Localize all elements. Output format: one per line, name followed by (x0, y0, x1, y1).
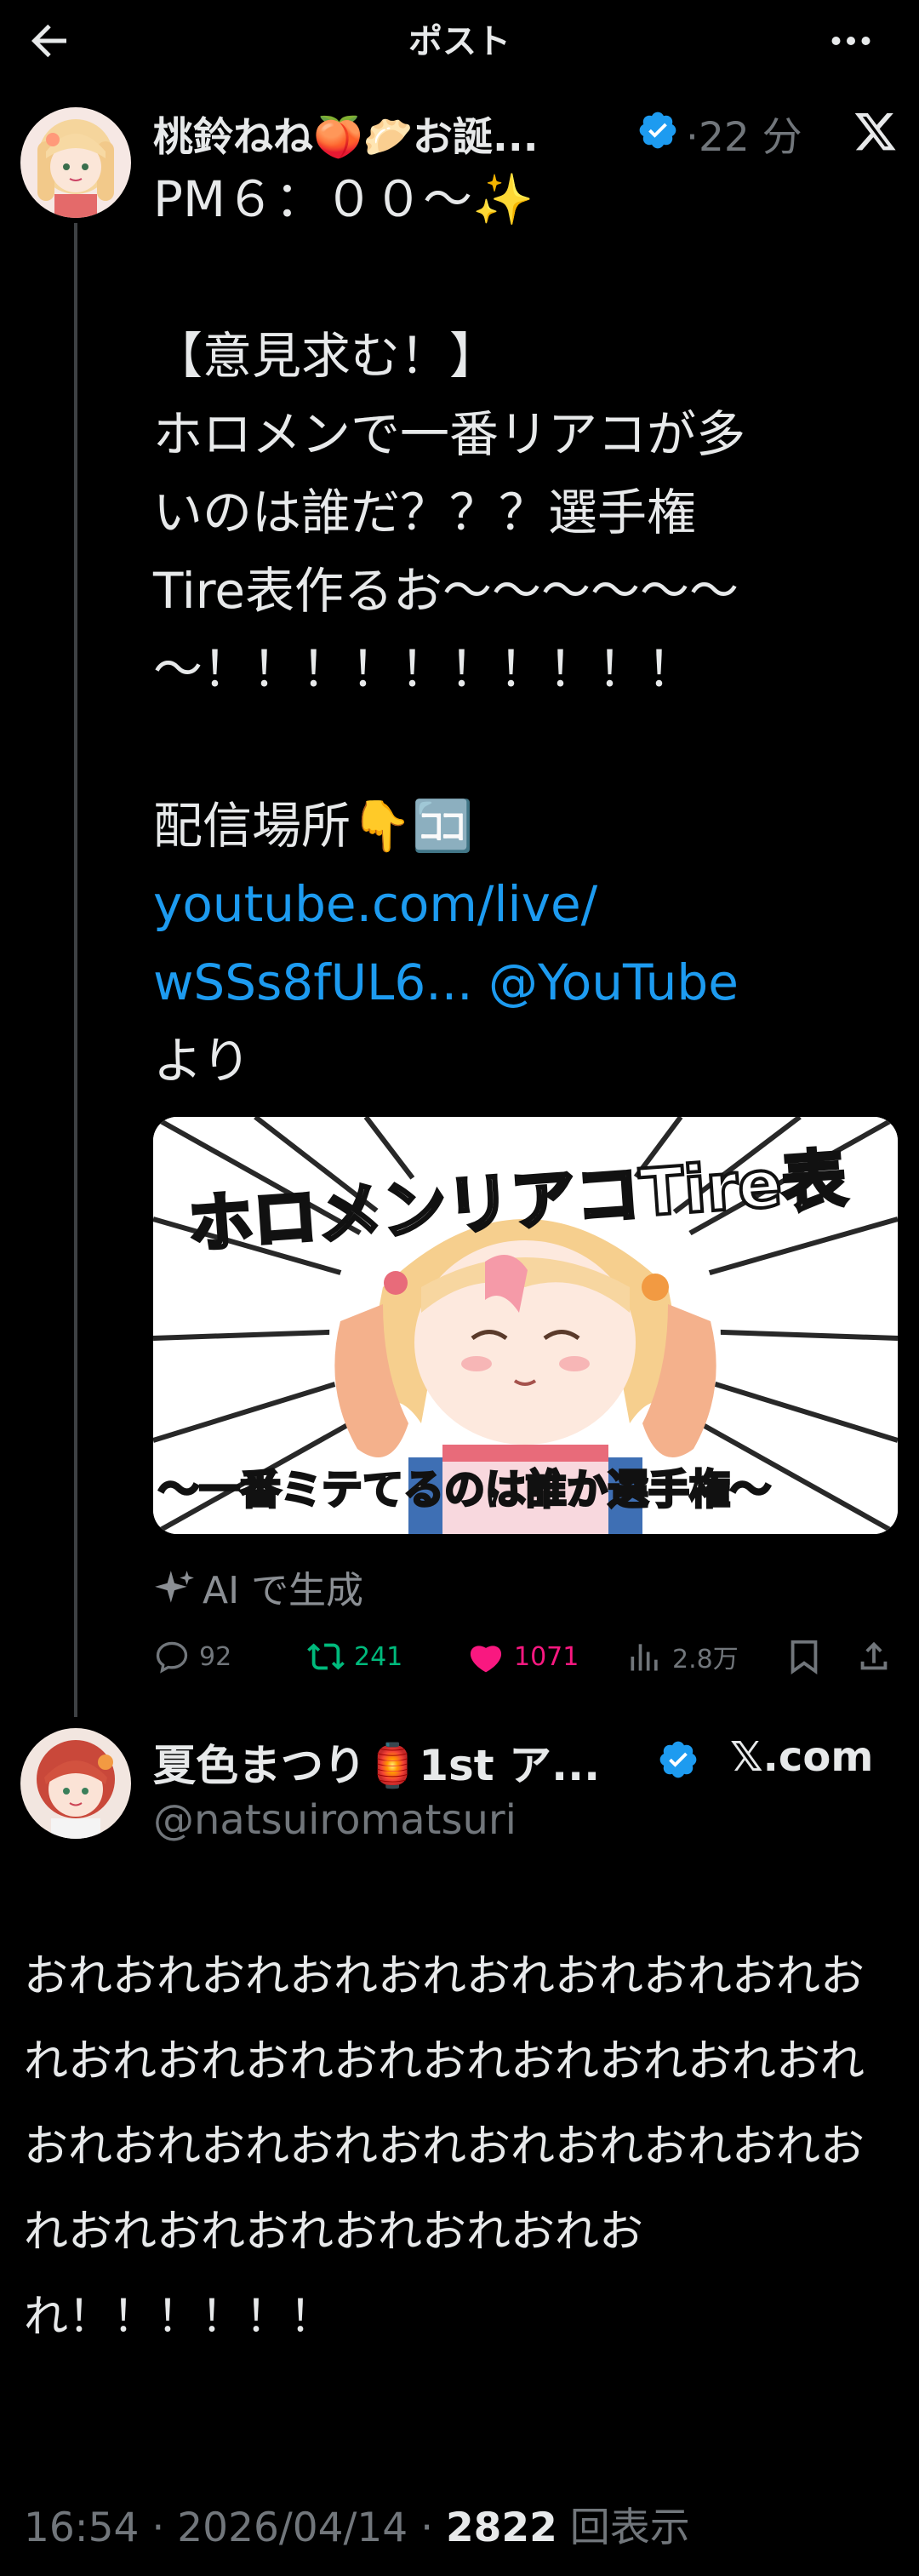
bookmark-button[interactable] (785, 1629, 832, 1684)
reply-icon (156, 1641, 188, 1674)
views-total: 2822 (445, 2504, 557, 2551)
author-avatar[interactable] (20, 107, 131, 218)
x-com-link[interactable]: 𝕏.com (730, 1733, 873, 1781)
more-horizontal-icon (831, 37, 870, 45)
analytics-icon (631, 1644, 658, 1671)
reply-author-avatar[interactable] (20, 1728, 131, 1839)
ai-label-text: AI で生成 (203, 1569, 364, 1612)
repost-icon (307, 1643, 345, 1670)
reply-count: 92 (199, 1641, 232, 1672)
post-meta-info: 16:54 · 2026/04/14 · 2822 回表示 (24, 2494, 690, 2553)
views-label: 回表示 (557, 2504, 690, 2551)
post-media-image[interactable]: ホロメンリアコTire表 〜一番ミテてるのは誰か選手権〜 (153, 1117, 898, 1534)
media-subtitle-text: 〜一番ミテてるのは誰か選手権〜 (157, 1465, 772, 1515)
share-button[interactable] (854, 1629, 902, 1684)
post-body: PM６：００〜✨ 【意見求む！】ホロメンで一番リアコが多 いのは誰だ？？？選手権 Ti… (153, 160, 893, 1100)
post-link-continued[interactable]: wSSs8fUL6... (153, 953, 473, 1011)
post-text-line: Tire表作るお〜〜〜〜〜〜 (153, 562, 739, 620)
share-icon (860, 1641, 888, 1670)
post-text-tail: より (153, 1032, 251, 1090)
heart-icon (470, 1646, 502, 1673)
post-text-line (153, 708, 893, 787)
reply-body: おれおれおれおれおれおれおれおれおれおれおれおれおれおれおれおれおれおれおれおれ… (24, 1951, 865, 2343)
more-button[interactable] (825, 15, 876, 66)
post-text-line: PM６：００〜✨ (153, 170, 534, 228)
like-count: 1071 (514, 1641, 579, 1672)
repost-count: 241 (354, 1641, 403, 1672)
verified-badge-icon (659, 1741, 697, 1778)
post-text-line: いのは誰だ？？？選手権 (153, 484, 697, 541)
author-name[interactable]: 桃鈴ねね🍑🥟お誕... (153, 104, 539, 163)
post-text-line: 〜！！！！！！！！！！ (153, 640, 697, 698)
like-button[interactable]: 1071 (466, 1629, 579, 1684)
post-text-line: 配信場所👇🈁 (153, 797, 474, 855)
top-bar: ポスト (0, 0, 919, 82)
ai-generated-label: AI で生成 (153, 1560, 363, 1614)
reply-author-name[interactable]: 夏色まつり🏮1st ア... (153, 1732, 600, 1793)
post-timestamp[interactable]: ·22 分 (686, 104, 802, 163)
post-text-line: 【意見求む！】 (153, 327, 499, 385)
page-title: ポスト (408, 22, 511, 61)
views-count: 2.8万 (672, 1645, 739, 1674)
post-text-line (153, 238, 893, 317)
reply-author-handle[interactable]: @natsuiromatsuri (153, 1796, 517, 1844)
verified-badge-icon (639, 112, 676, 149)
post-datetime: 16:54 · 2026/04/14 · (24, 2504, 446, 2551)
bookmark-icon (791, 1640, 818, 1674)
mention-link[interactable]: @YouTube (488, 953, 739, 1011)
reply-button[interactable]: 92 (153, 1629, 231, 1684)
sparkle-icon (155, 1571, 194, 1603)
thread-connector-line (74, 223, 77, 1717)
post-actions-bar: 92 241 1071 2.8万 (153, 1629, 902, 1684)
repost-button[interactable]: 241 (306, 1629, 402, 1684)
x-logo-icon[interactable] (853, 109, 898, 153)
post-text-line: ホロメンで一番リアコが多 (153, 405, 746, 463)
post-link[interactable]: youtube.com/live/ (153, 875, 597, 933)
views-button[interactable]: 2.8万 (626, 1629, 739, 1684)
